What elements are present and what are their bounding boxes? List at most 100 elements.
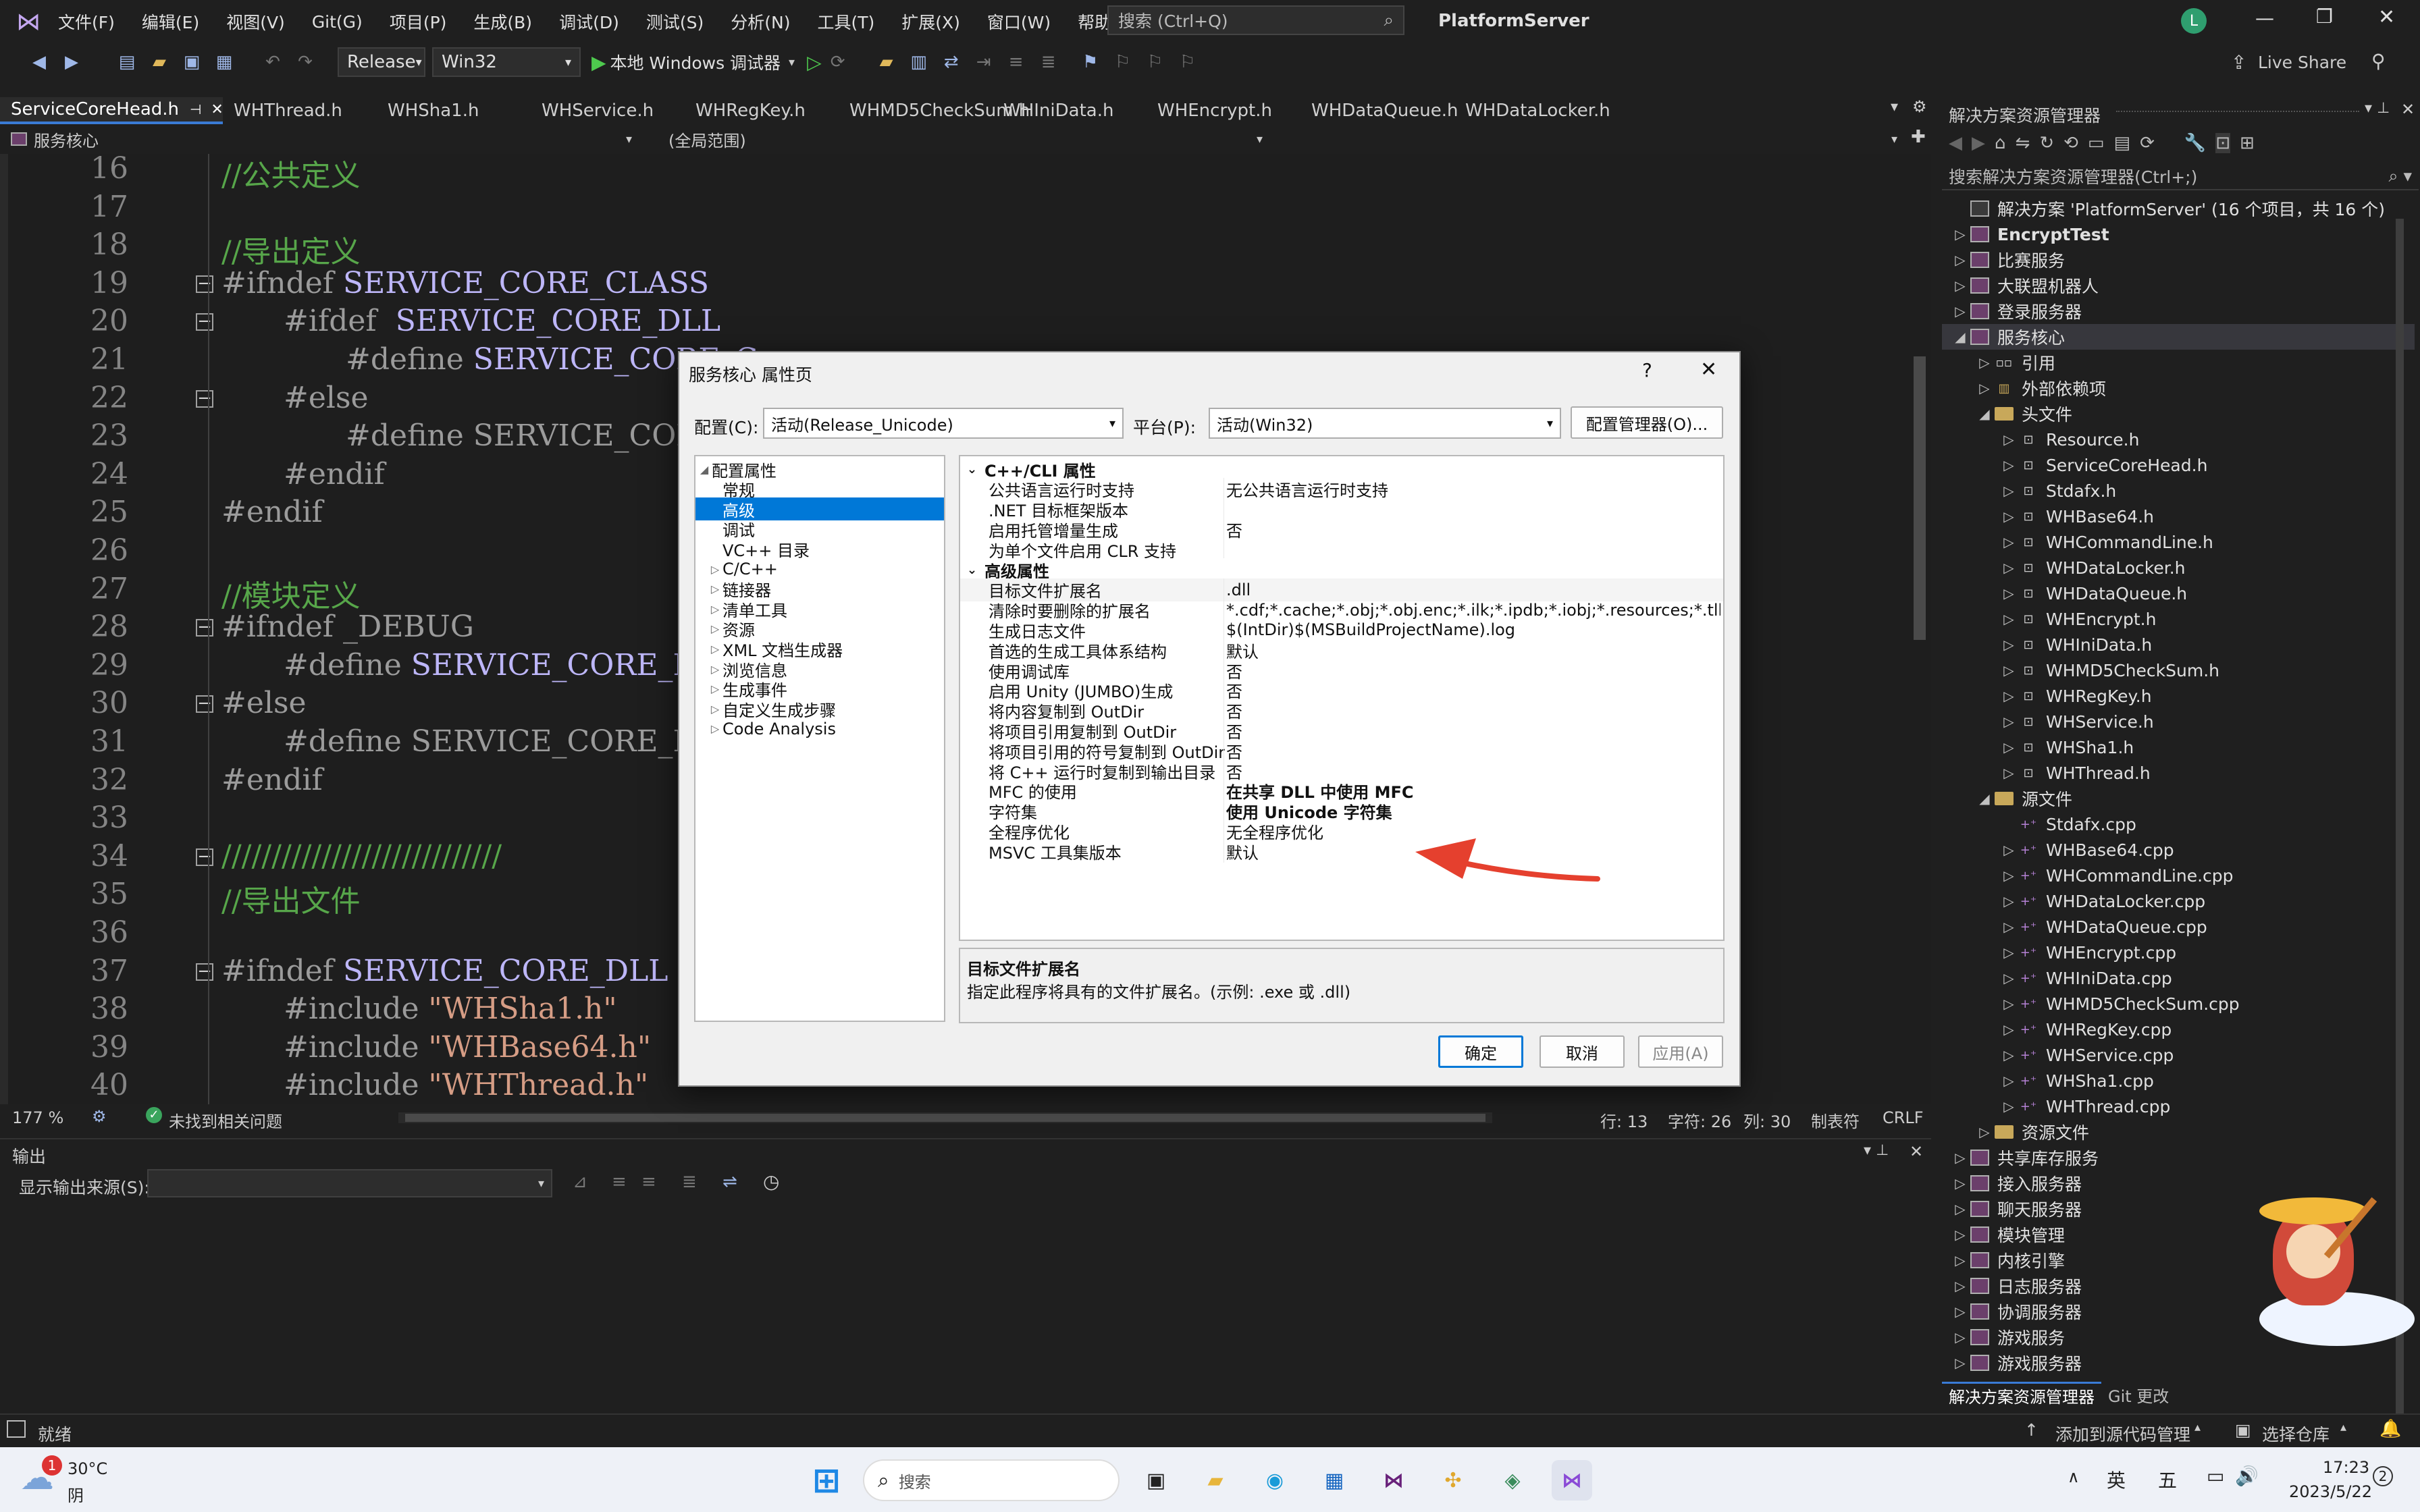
layout-icon[interactable]: ▥ xyxy=(907,50,931,74)
select-repository[interactable]: 选择仓库 xyxy=(2262,1422,2330,1446)
fold-toggle-icon[interactable]: − xyxy=(196,695,213,713)
expand-icon[interactable]: ▷ xyxy=(708,622,722,635)
expand-icon[interactable]: ▷ xyxy=(1974,380,1995,396)
tree-item[interactable]: ▷ +⁺ WHSha1.cpp xyxy=(1942,1068,2415,1094)
expand-icon[interactable]: ▷ xyxy=(708,643,722,655)
cursor-char[interactable]: 字符: 26 xyxy=(1668,1108,1731,1132)
uncomment-icon[interactable]: ≣ xyxy=(1036,50,1061,74)
expand-icon[interactable]: ◢ xyxy=(1974,790,1995,807)
tab-whregkey-h[interactable]: WHRegKey.h xyxy=(685,97,839,124)
tree-item[interactable]: ▷ +⁺ WHThread.cpp xyxy=(1942,1094,2415,1119)
expand-icon[interactable]: ▷ xyxy=(1950,1303,1970,1320)
close-icon[interactable]: ✕ xyxy=(211,101,223,118)
indent-mode[interactable]: 制表符 xyxy=(1811,1108,1860,1132)
tree-item[interactable]: ◢ 源文件 xyxy=(1942,786,2415,811)
file-explorer-icon[interactable]: ▰ xyxy=(1195,1460,1236,1501)
save-all-icon[interactable]: ▦ xyxy=(212,50,236,74)
tree-item[interactable]: ◢ 头文件 xyxy=(1942,401,2415,427)
expand-icon[interactable]: ▷ xyxy=(1950,252,1970,268)
tree-item[interactable]: ▷ ▥ 外部依赖项 xyxy=(1942,375,2415,401)
tree-item[interactable]: ▷ ⊡ ServiceCoreHead.h xyxy=(1942,452,2415,478)
tree-item[interactable]: ▷ 资源文件 xyxy=(1942,1119,2415,1145)
output-source-dropdown[interactable]: ▾ xyxy=(147,1169,552,1197)
expand-icon[interactable]: ▷ xyxy=(1999,483,2019,499)
tab-whdatalocker-h[interactable]: WHDataLocker.h xyxy=(1454,97,1610,124)
forward-icon[interactable]: ▶ xyxy=(1972,133,1985,153)
fold-toggle-icon[interactable]: − xyxy=(196,313,213,331)
collapse-icon[interactable]: ▭ xyxy=(2088,133,2105,153)
expand-icon[interactable]: ▷ xyxy=(1950,277,1970,294)
category-item[interactable]: ▷ Code Analysis xyxy=(695,718,944,740)
chevron-up-icon[interactable]: ▴ xyxy=(2194,1420,2201,1434)
tree-item[interactable]: ▷ +⁺ WHDataQueue.cpp xyxy=(1942,914,2415,940)
step-icon[interactable]: ⇥ xyxy=(972,50,996,74)
tab-whmd5checksum-h[interactable]: WHMD5CheckSum.h xyxy=(839,97,1030,124)
expand-icon[interactable]: ▷ xyxy=(1999,739,2019,755)
tree-item[interactable]: ▷ +⁺ WHEncrypt.cpp xyxy=(1942,940,2415,965)
back-icon[interactable]: ◀ xyxy=(27,50,51,74)
expand-icon[interactable]: ▷ xyxy=(1950,1355,1970,1371)
expand-icon[interactable]: ▷ xyxy=(1999,637,2019,653)
menu-item[interactable]: 项目(P) xyxy=(390,9,447,34)
expand-icon[interactable]: ▷ xyxy=(1999,1047,2019,1063)
network-app-icon[interactable]: ◈ xyxy=(1492,1460,1533,1501)
expand-icon[interactable]: ◢ xyxy=(697,463,712,476)
expand-icon[interactable]: ▷ xyxy=(708,583,722,595)
menu-item[interactable]: 编辑(E) xyxy=(142,9,199,34)
expand-icon[interactable]: ▷ xyxy=(1950,1278,1970,1294)
menu-item[interactable]: 测试(S) xyxy=(646,9,704,34)
property-value[interactable]: .dll xyxy=(1226,580,1720,599)
hierarchy-icon[interactable]: ⊞ xyxy=(2240,133,2255,153)
menu-item[interactable]: Git(G) xyxy=(312,12,363,32)
fold-toggle-icon[interactable]: − xyxy=(196,389,213,408)
expand-icon[interactable]: ▷ xyxy=(1999,431,2019,448)
clear-all-icon[interactable]: ≣ xyxy=(682,1172,697,1192)
tree-item[interactable]: ▷ ⊡ WHRegKey.h xyxy=(1942,683,2415,709)
expand-icon[interactable]: ▷ xyxy=(708,682,722,695)
clear-bookmark-icon[interactable]: ⚐ xyxy=(1176,50,1200,74)
expand-icon[interactable]: ▷ xyxy=(1950,1201,1970,1217)
scrollbar-thumb[interactable] xyxy=(405,1114,1485,1122)
tree-item[interactable]: ▷ +⁺ WHIniData.cpp xyxy=(1942,965,2415,991)
tab-whthread-h[interactable]: WHThread.h xyxy=(223,97,377,124)
tree-item[interactable]: ▷ +⁺ WHDataLocker.cpp xyxy=(1942,888,2415,914)
back-icon[interactable]: ◀ xyxy=(1949,133,1962,153)
expand-icon[interactable]: ▷ xyxy=(1950,1175,1970,1191)
prev-bookmark-icon[interactable]: ⚐ xyxy=(1111,50,1135,74)
expand-icon[interactable]: ▷ xyxy=(1999,662,2019,678)
expand-icon[interactable]: ▷ xyxy=(708,703,722,716)
visual-studio-icon[interactable]: ⋈ xyxy=(1373,1460,1414,1501)
configuration-dropdown[interactable]: Release ▾ xyxy=(338,47,425,77)
tab-whinidata-h[interactable]: WHIniData.h xyxy=(993,97,1147,124)
tab-overflow-icon[interactable]: ▾ xyxy=(1891,99,1898,115)
expand-icon[interactable]: ▷ xyxy=(1999,1073,2019,1089)
line-ending[interactable]: CRLF xyxy=(1883,1108,1924,1127)
menu-item[interactable]: 扩展(X) xyxy=(901,9,960,34)
minimize-icon[interactable]: — xyxy=(2255,7,2274,29)
pin-icon[interactable]: ⊣ xyxy=(190,101,201,117)
close-icon[interactable]: ✕ xyxy=(2401,100,2415,119)
live-share-label[interactable]: Live Share xyxy=(2258,53,2346,72)
platform-dropdown[interactable]: Win32 ▾ xyxy=(432,47,581,77)
ok-button[interactable]: 确定 xyxy=(1438,1035,1523,1068)
expand-icon[interactable]: ▷ xyxy=(1950,1226,1970,1243)
global-search[interactable]: 搜索 (Ctrl+Q) ⌕ xyxy=(1107,5,1404,35)
store-icon[interactable]: ▦ xyxy=(1314,1460,1354,1501)
ime-mode[interactable]: 五 xyxy=(2158,1466,2177,1493)
tab-whencrypt-h[interactable]: WHEncrypt.h xyxy=(1147,97,1300,124)
expand-icon[interactable]: ▷ xyxy=(1999,970,2019,986)
tool-app-icon[interactable]: ✣ xyxy=(1433,1460,1473,1501)
tree-item[interactable]: ▷ ⊡ WHThread.h xyxy=(1942,760,2415,786)
tree-item[interactable]: ▷ ⊡ Stdafx.h xyxy=(1942,478,2415,504)
config-dropdown[interactable]: 活动(Release_Unicode) ▾ xyxy=(763,408,1124,439)
tab-whservice-h[interactable]: WHService.h xyxy=(531,97,685,124)
next-bookmark-icon[interactable]: ⚐ xyxy=(1143,50,1167,74)
cancel-button[interactable]: 取消 xyxy=(1540,1035,1625,1068)
property-row[interactable]: MSVC 工具集版本 默认 xyxy=(960,840,1723,863)
expand-icon[interactable]: ▷ xyxy=(1999,765,2019,781)
property-value[interactable]: *.cdf;*.cache;*.obj;*.obj.enc;*.ilk;*.ip… xyxy=(1226,601,1720,620)
expand-icon[interactable]: ▷ xyxy=(1999,611,2019,627)
open-folder-icon[interactable]: ▰ xyxy=(147,50,172,74)
tab-whdataqueue-h[interactable]: WHDataQueue.h xyxy=(1300,97,1458,124)
clock-time[interactable]: 17:23 xyxy=(2323,1458,2369,1477)
